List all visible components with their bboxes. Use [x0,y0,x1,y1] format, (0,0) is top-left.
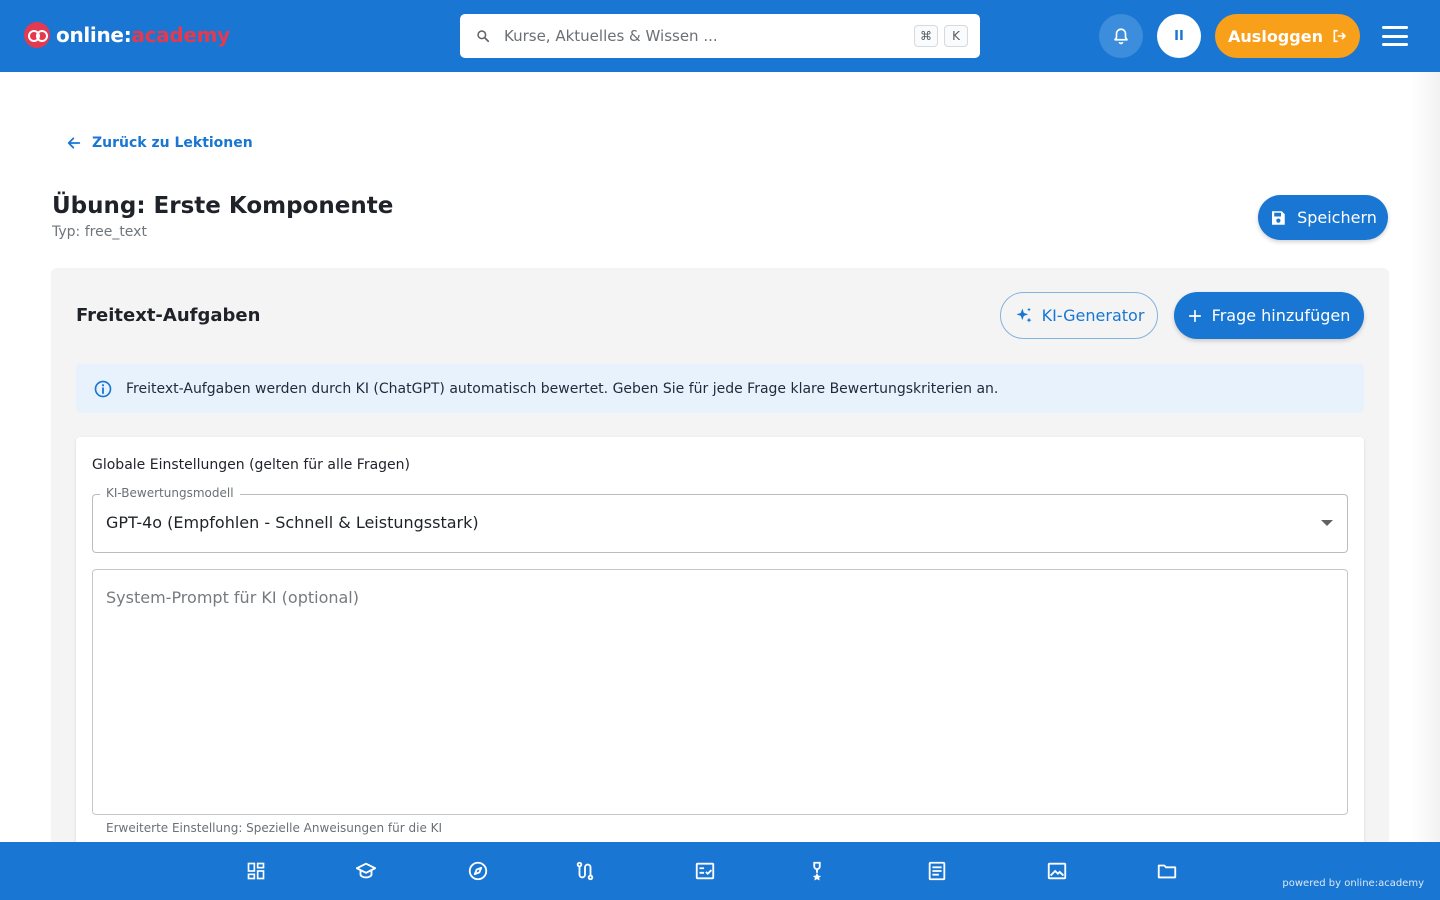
nav-checklist-icon[interactable] [692,858,718,884]
save-label: Speichern [1297,208,1377,227]
nav-dashboard-icon[interactable] [243,858,269,884]
shortcut-key-cmd: ⌘ [914,25,938,47]
page-type: Typ: free_text [52,224,147,240]
logout-label: Ausloggen [1228,26,1323,46]
top-bar: online:academy ⌘ K II Ausloggen [0,0,1440,72]
search-icon [477,30,490,43]
save-icon [1272,210,1285,225]
bottom-nav: powered by online:academy [0,842,1440,900]
avatar[interactable]: II [1157,14,1201,58]
plus-icon [1188,309,1201,322]
logo-mark-icon [24,22,50,48]
search-input[interactable] [504,27,908,45]
logout-button[interactable]: Ausloggen [1215,14,1360,58]
search-bar[interactable]: ⌘ K [460,14,980,58]
powered-by: powered by online:academy [1282,878,1424,889]
logo-text-suffix: academy [131,23,230,47]
settings-title: Globale Einstellungen (gelten für alle F… [92,457,410,473]
logout-icon [1333,29,1346,43]
system-prompt-field[interactable] [92,569,1348,815]
hamburger-menu-icon[interactable] [1380,22,1410,50]
nav-route-icon[interactable] [572,858,598,884]
model-select-label: KI-Bewertungsmodell [100,486,240,500]
nav-article-icon[interactable] [924,858,950,884]
save-button[interactable]: Speichern [1258,195,1388,240]
logo-text-prefix: online: [56,23,132,47]
back-link-label: Zurück zu Lektionen [92,135,253,151]
section-title: Freitext-Aufgaben [76,305,261,326]
system-prompt-helper: Erweiterte Einstellung: Spezielle Anweis… [106,821,443,835]
add-question-label: Frage hinzufügen [1211,306,1351,325]
info-alert: Freitext-Aufgaben werden durch KI (ChatG… [76,364,1364,413]
arrow-left-icon [67,137,81,149]
nav-compass-icon[interactable] [465,858,491,884]
notifications-button[interactable] [1099,14,1143,58]
model-select-value[interactable]: GPT-4o (Empfohlen - Schnell & Leistungss… [106,513,479,532]
logo[interactable]: online:academy [24,20,230,50]
bell-icon [1114,28,1128,45]
ki-generator-label: KI-Generator [1041,306,1145,325]
shortcut-key-k: K [944,25,968,47]
nav-folder-icon[interactable] [1154,858,1180,884]
page-title: Übung: Erste Komponente [52,193,394,219]
nav-trophy-icon[interactable] [804,858,830,884]
caret-down-icon[interactable] [1321,520,1333,526]
nav-image-icon[interactable] [1044,858,1070,884]
info-icon [94,380,112,397]
nav-graduation-cap-icon[interactable] [353,858,379,884]
back-to-lessons-link[interactable]: Zurück zu Lektionen [66,135,253,151]
add-question-button[interactable]: Frage hinzufügen [1174,292,1364,339]
info-text: Freitext-Aufgaben werden durch KI (ChatG… [126,380,999,397]
sparkle-icon [1016,307,1032,323]
edge-shadow [1410,72,1440,842]
ki-generator-button[interactable]: KI-Generator [1000,292,1158,339]
